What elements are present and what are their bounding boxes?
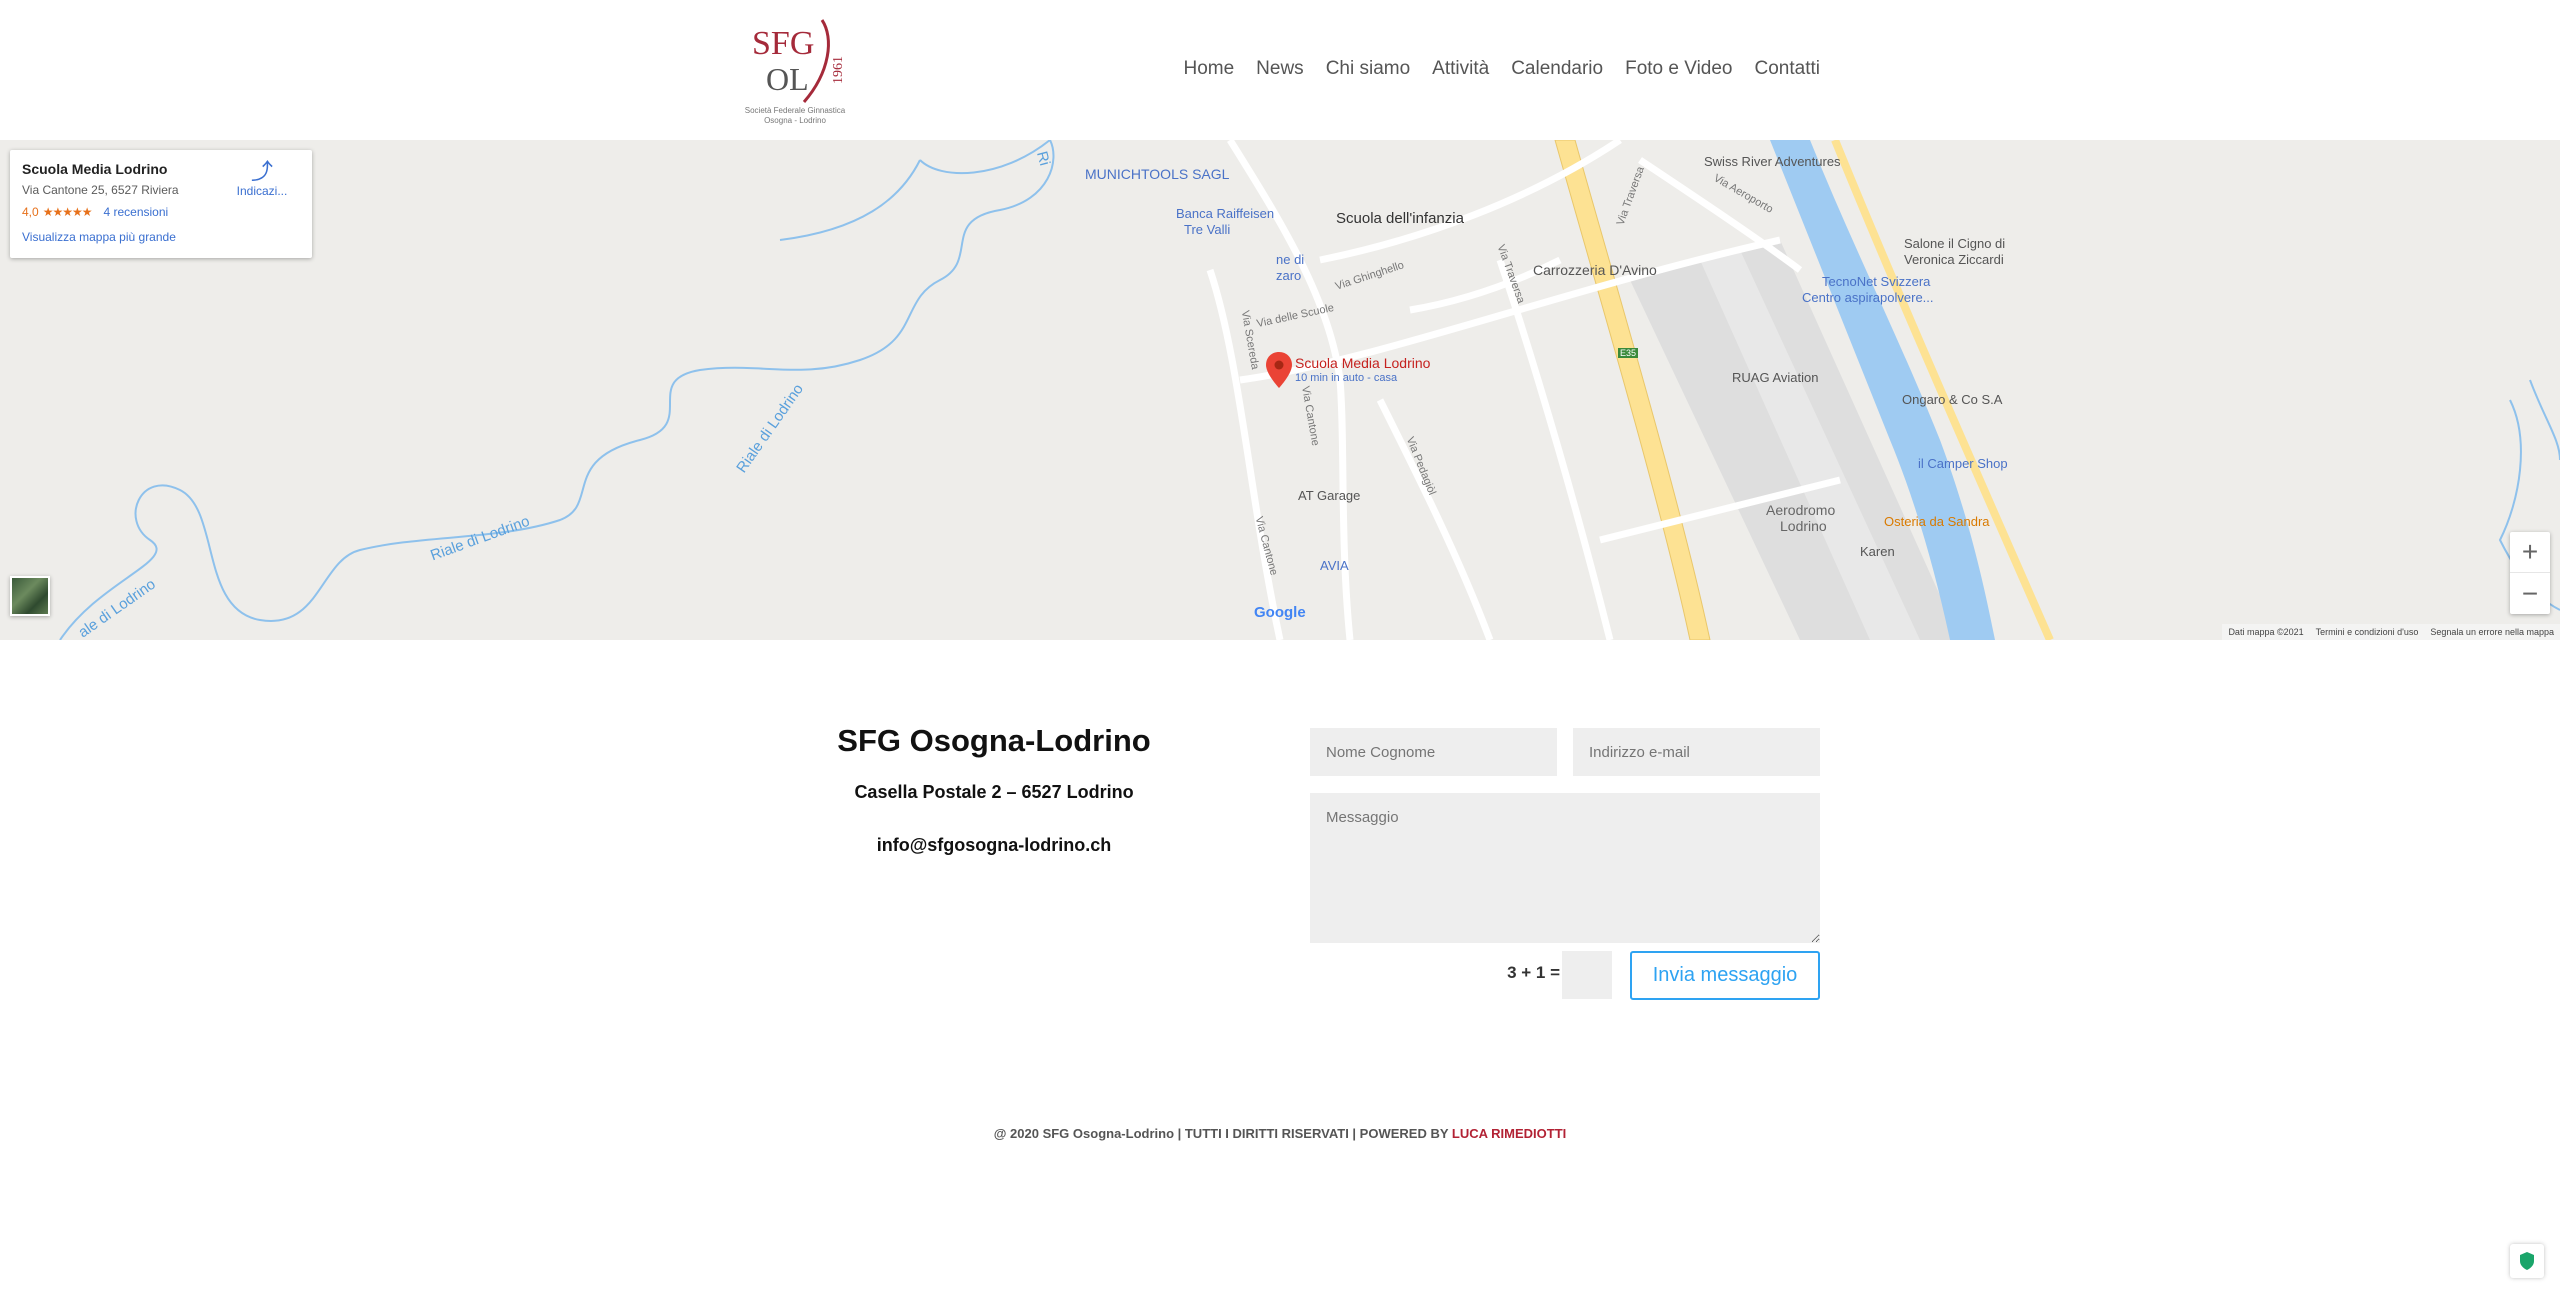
nav-news[interactable]: News bbox=[1256, 56, 1304, 82]
nav-calendario[interactable]: Calendario bbox=[1511, 56, 1603, 82]
marker-sublabel: 10 min in auto - casa bbox=[1295, 372, 1398, 384]
poi-ongaro: Ongaro & Co S.A bbox=[1902, 392, 2003, 407]
poi-salone-2: Veronica Ziccardi bbox=[1904, 252, 2004, 267]
google-map[interactable]: Scuola Media Lodrino Via Cantone 25, 652… bbox=[0, 140, 2560, 640]
google-logo-text: Google bbox=[1254, 604, 1306, 621]
rating-value: 4,0 bbox=[22, 205, 39, 219]
nav-attivita[interactable]: Attività bbox=[1432, 56, 1489, 82]
logo-subtitle-1: Società Federale Ginnastica bbox=[744, 106, 846, 115]
directions-label: Indicazi... bbox=[236, 184, 288, 198]
poi-aerodromo-1: Aerodromo bbox=[1766, 502, 1836, 518]
site-header: SFG OL 1961 Società Federale Ginnastica … bbox=[0, 0, 2560, 140]
road-e35-shield: E35 bbox=[1618, 348, 1639, 358]
poi-munichtools: MUNICHTOOLS SAGL bbox=[1085, 166, 1230, 182]
poi-zarro-2: zaro bbox=[1276, 268, 1302, 283]
poi-ruag: RUAG Aviation bbox=[1732, 370, 1819, 385]
email-input[interactable] bbox=[1573, 728, 1820, 776]
nav-foto-video[interactable]: Foto e Video bbox=[1625, 56, 1732, 82]
message-textarea[interactable] bbox=[1310, 793, 1820, 943]
contact-info: SFG Osogna-Lodrino Casella Postale 2 – 6… bbox=[794, 720, 1194, 856]
poi-avia: AVIA bbox=[1320, 558, 1349, 573]
logo-subtitle-2: Osogna - Lodrino bbox=[764, 116, 826, 125]
poi-karen: Karen bbox=[1860, 544, 1895, 559]
nav-contatti[interactable]: Contatti bbox=[1755, 56, 1820, 82]
place-rating: 4,0 ★★★★★ 4 recensioni bbox=[22, 205, 300, 219]
location-marker-icon[interactable] bbox=[1266, 352, 1292, 388]
footer-author-link[interactable]: LUCA RIMEDIOTTI bbox=[1452, 1126, 1566, 1141]
rating-stars-icon: ★★★★★ bbox=[42, 205, 93, 219]
google-logo[interactable]: Google bbox=[1254, 604, 1306, 621]
map-terms-link[interactable]: Termini e condizioni d'uso bbox=[2316, 627, 2419, 637]
poi-salone-1: Salone il Cigno di bbox=[1904, 236, 2006, 251]
zoom-out-button[interactable]: − bbox=[2510, 573, 2550, 614]
poi-camper: il Camper Shop bbox=[1918, 456, 2008, 471]
map-attribution: Dati mappa ©2021 Termini e condizioni d'… bbox=[2222, 624, 2560, 640]
directions-icon: ⤴ bbox=[250, 159, 273, 184]
footer-copyright: @ 2020 SFG Osogna-Lodrino | TUTTI I DIRI… bbox=[993, 1126, 1449, 1141]
logo-graphic: SFG OL 1961 bbox=[752, 19, 846, 103]
site-logo[interactable]: SFG OL 1961 Società Federale Ginnastica … bbox=[738, 12, 852, 128]
poi-carrozzeria: Carrozzeria D'Avino bbox=[1533, 262, 1657, 278]
map-data-credit: Dati mappa ©2021 bbox=[2228, 627, 2304, 637]
poi-banca-2: Tre Valli bbox=[1184, 222, 1231, 237]
map-report-link[interactable]: Segnala un errore nella mappa bbox=[2430, 627, 2554, 637]
contact-address: Casella Postale 2 – 6527 Lodrino bbox=[854, 782, 1134, 802]
captcha-question: 3 + 1 = bbox=[1507, 963, 1560, 982]
reviews-link[interactable]: 4 recensioni bbox=[103, 205, 168, 219]
poi-tecnonet-1: TecnoNet Svizzera bbox=[1822, 274, 1931, 289]
directions-button[interactable]: ⤴ Indicazi... bbox=[232, 159, 292, 199]
logo-text-top: SFG bbox=[752, 25, 814, 62]
poi-at-garage: AT Garage bbox=[1298, 488, 1361, 503]
site-footer: @ 2020 SFG Osogna-Lodrino | TUTTI I DIRI… bbox=[0, 1126, 2560, 1141]
submit-button[interactable]: Invia messaggio bbox=[1630, 951, 1820, 1000]
shield-icon bbox=[2520, 1252, 2534, 1270]
logo-year: 1961 bbox=[831, 56, 846, 84]
nav-home[interactable]: Home bbox=[1183, 56, 1234, 82]
poi-aerodromo-2: Lodrino bbox=[1780, 518, 1827, 534]
map-info-card: Scuola Media Lodrino Via Cantone 25, 652… bbox=[10, 150, 312, 258]
contact-email[interactable]: info@sfgosogna-lodrino.ch bbox=[794, 835, 1194, 856]
nav-chi-siamo[interactable]: Chi siamo bbox=[1326, 56, 1410, 82]
poi-banca-1: Banca Raiffeisen bbox=[1176, 206, 1275, 221]
poi-swiss-river: Swiss River Adventures bbox=[1704, 154, 1841, 169]
poi-tecnonet-2: Centro aspirapolvere... bbox=[1802, 290, 1934, 305]
name-input[interactable] bbox=[1310, 728, 1557, 776]
captcha-input[interactable] bbox=[1562, 951, 1612, 999]
poi-scuola-infanzia: Scuola dell'infanzia bbox=[1336, 210, 1464, 227]
satellite-toggle-button[interactable] bbox=[10, 576, 50, 616]
marker-label: Scuola Media Lodrino bbox=[1295, 355, 1431, 371]
privacy-badge[interactable] bbox=[2510, 1244, 2544, 1278]
poi-osteria: Osteria da Sandra bbox=[1884, 514, 1990, 529]
larger-map-link[interactable]: Visualizza mappa più grande bbox=[22, 230, 300, 244]
main-nav: Home News Chi siamo Attività Calendario … bbox=[1183, 56, 1820, 82]
logo-text-mid: OL bbox=[766, 61, 809, 97]
zoom-in-button[interactable]: + bbox=[2510, 532, 2550, 573]
poi-zarro-1: ne di bbox=[1276, 252, 1305, 267]
map-canvas bbox=[59, 140, 2560, 640]
zoom-controls: + − bbox=[2510, 532, 2550, 614]
contact-title: SFG Osogna-Lodrino bbox=[837, 723, 1151, 758]
